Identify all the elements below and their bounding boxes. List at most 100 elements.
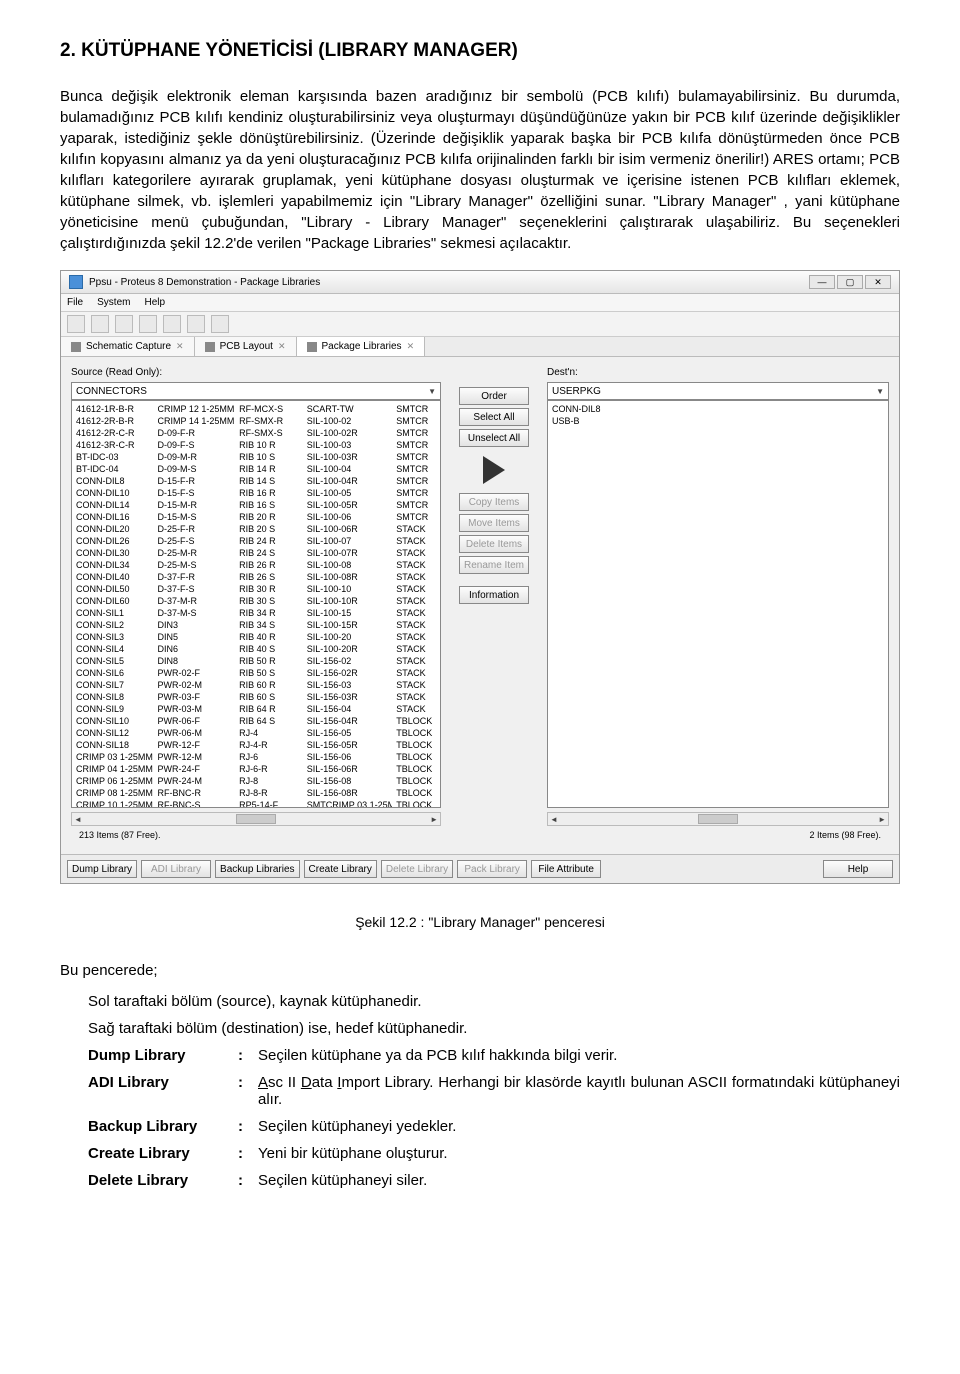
list-item[interactable]: SMTCR [396, 475, 436, 487]
list-item[interactable]: SIL-100-20R [307, 643, 389, 655]
tab-close-icon[interactable]: ✕ [176, 341, 184, 352]
list-item[interactable]: RIB 50 S [239, 667, 299, 679]
list-item[interactable]: CRIMP 10 1-25MM [76, 799, 150, 808]
scroll-left-icon[interactable]: ◄ [74, 815, 82, 824]
list-item[interactable]: PWR-24-M [158, 775, 232, 787]
scroll-left-icon[interactable]: ◄ [550, 815, 558, 824]
menu-file[interactable]: File [67, 297, 83, 308]
list-item[interactable]: SCART-TW [307, 403, 389, 415]
maximize-button[interactable]: ▢ [837, 275, 863, 289]
list-item[interactable]: SIL-156-02R [307, 667, 389, 679]
list-item[interactable]: RIB 20 R [239, 511, 299, 523]
list-item[interactable]: D-15-M-R [158, 499, 232, 511]
list-item[interactable]: SMTCR [396, 499, 436, 511]
list-item[interactable]: TBLOCK [396, 727, 436, 739]
list-item[interactable]: SIL-100-15R [307, 619, 389, 631]
list-item[interactable]: D-37-F-S [158, 583, 232, 595]
list-item[interactable]: SIL-100-03 [307, 439, 389, 451]
list-item[interactable]: PWR-06-F [158, 715, 232, 727]
delete-items-button[interactable]: Delete Items [459, 535, 529, 553]
list-item[interactable]: RIB 24 S [239, 547, 299, 559]
list-item[interactable]: SMTCR [396, 451, 436, 463]
list-item[interactable]: SIL-100-05R [307, 499, 389, 511]
list-item[interactable]: PWR-06-M [158, 727, 232, 739]
list-item[interactable]: RJ-6 [239, 751, 299, 763]
tab-close-icon[interactable]: ✕ [407, 341, 415, 352]
list-item[interactable]: TBLOCK [396, 751, 436, 763]
menu-help[interactable]: Help [144, 297, 165, 308]
list-item[interactable]: STACK [396, 703, 436, 715]
select-all-button[interactable]: Select All [459, 408, 529, 426]
list-item[interactable]: D-09-M-S [158, 463, 232, 475]
list-item[interactable]: SIL-156-05 [307, 727, 389, 739]
list-item[interactable]: STACK [396, 607, 436, 619]
information-button[interactable]: Information [459, 586, 529, 604]
list-item[interactable]: RIB 34 R [239, 607, 299, 619]
list-item[interactable]: SMTCR [396, 427, 436, 439]
list-item[interactable]: SIL-100-08 [307, 559, 389, 571]
dump-library-button[interactable]: Dump Library [67, 860, 137, 878]
list-item[interactable]: CONN-DIL16 [76, 511, 150, 523]
list-item[interactable]: PWR-03-F [158, 691, 232, 703]
list-item[interactable]: SMTCR [396, 511, 436, 523]
list-item[interactable]: SIL-100-15 [307, 607, 389, 619]
list-item[interactable]: D-37-M-R [158, 595, 232, 607]
list-item[interactable]: SMTCR [396, 403, 436, 415]
list-item[interactable]: STACK [396, 583, 436, 595]
list-item[interactable]: RIB 26 R [239, 559, 299, 571]
tab-pcb-layout[interactable]: PCB Layout✕ [195, 337, 297, 356]
list-item[interactable]: SIL-156-05R [307, 739, 389, 751]
list-item[interactable]: CONN-DIL26 [76, 535, 150, 547]
tab-close-icon[interactable]: ✕ [278, 341, 286, 352]
list-item[interactable]: CRIMP 14 1-25MM [158, 415, 232, 427]
list-item[interactable]: SIL-156-06R [307, 763, 389, 775]
order-button[interactable]: Order [459, 387, 529, 405]
list-item[interactable]: RIB 64 R [239, 703, 299, 715]
tool-button[interactable] [211, 315, 229, 333]
list-item[interactable]: SMTCR [396, 487, 436, 499]
list-item[interactable]: SIL-100-02 [307, 415, 389, 427]
list-item[interactable]: RIB 40 R [239, 631, 299, 643]
list-item[interactable]: SMTCR [396, 415, 436, 427]
list-item[interactable]: 41612-1R-B-R [76, 403, 150, 415]
list-item[interactable]: CONN-DIL14 [76, 499, 150, 511]
scroll-right-icon[interactable]: ► [878, 815, 886, 824]
source-combo[interactable]: CONNECTORS ▼ [71, 382, 441, 400]
list-item[interactable]: RIB 20 S [239, 523, 299, 535]
list-item[interactable]: STACK [396, 667, 436, 679]
list-item[interactable]: D-25-F-S [158, 535, 232, 547]
list-item[interactable]: RIB 26 S [239, 571, 299, 583]
rename-item-button[interactable]: Rename Item [459, 556, 529, 574]
list-item[interactable]: CONN-SIL3 [76, 631, 150, 643]
list-item[interactable]: D-09-F-R [158, 427, 232, 439]
list-item[interactable]: SIL-100-06R [307, 523, 389, 535]
list-item[interactable]: CONN-DIL50 [76, 583, 150, 595]
list-item[interactable]: RJ-8 [239, 775, 299, 787]
list-item[interactable]: D-15-F-S [158, 487, 232, 499]
tool-button[interactable] [67, 315, 85, 333]
list-item[interactable]: D-09-F-S [158, 439, 232, 451]
list-item[interactable]: RJ-4 [239, 727, 299, 739]
list-item[interactable]: SIL-100-02R [307, 427, 389, 439]
list-item[interactable]: STACK [396, 619, 436, 631]
list-item[interactable]: STACK [396, 679, 436, 691]
scroll-thumb[interactable] [236, 814, 276, 824]
list-item[interactable]: CONN-SIL5 [76, 655, 150, 667]
tool-button[interactable] [91, 315, 109, 333]
adi-library-button[interactable]: ADI Library [141, 860, 211, 878]
list-item[interactable]: CONN-SIL12 [76, 727, 150, 739]
tool-button[interactable] [163, 315, 181, 333]
list-item[interactable]: SIL-100-07R [307, 547, 389, 559]
list-item[interactable]: PWR-12-F [158, 739, 232, 751]
list-item[interactable]: CONN-SIL4 [76, 643, 150, 655]
tool-button[interactable] [115, 315, 133, 333]
list-item[interactable]: CRIMP 04 1-25MM [76, 763, 150, 775]
list-item[interactable]: D-15-F-R [158, 475, 232, 487]
list-item[interactable]: D-37-M-S [158, 607, 232, 619]
list-item[interactable]: PWR-03-M [158, 703, 232, 715]
scroll-right-icon[interactable]: ► [430, 815, 438, 824]
list-item[interactable]: SIL-156-04R [307, 715, 389, 727]
close-button[interactable]: ✕ [865, 275, 891, 289]
tab-schematic[interactable]: Schematic Capture✕ [61, 337, 195, 356]
list-item[interactable]: CONN-SIL10 [76, 715, 150, 727]
